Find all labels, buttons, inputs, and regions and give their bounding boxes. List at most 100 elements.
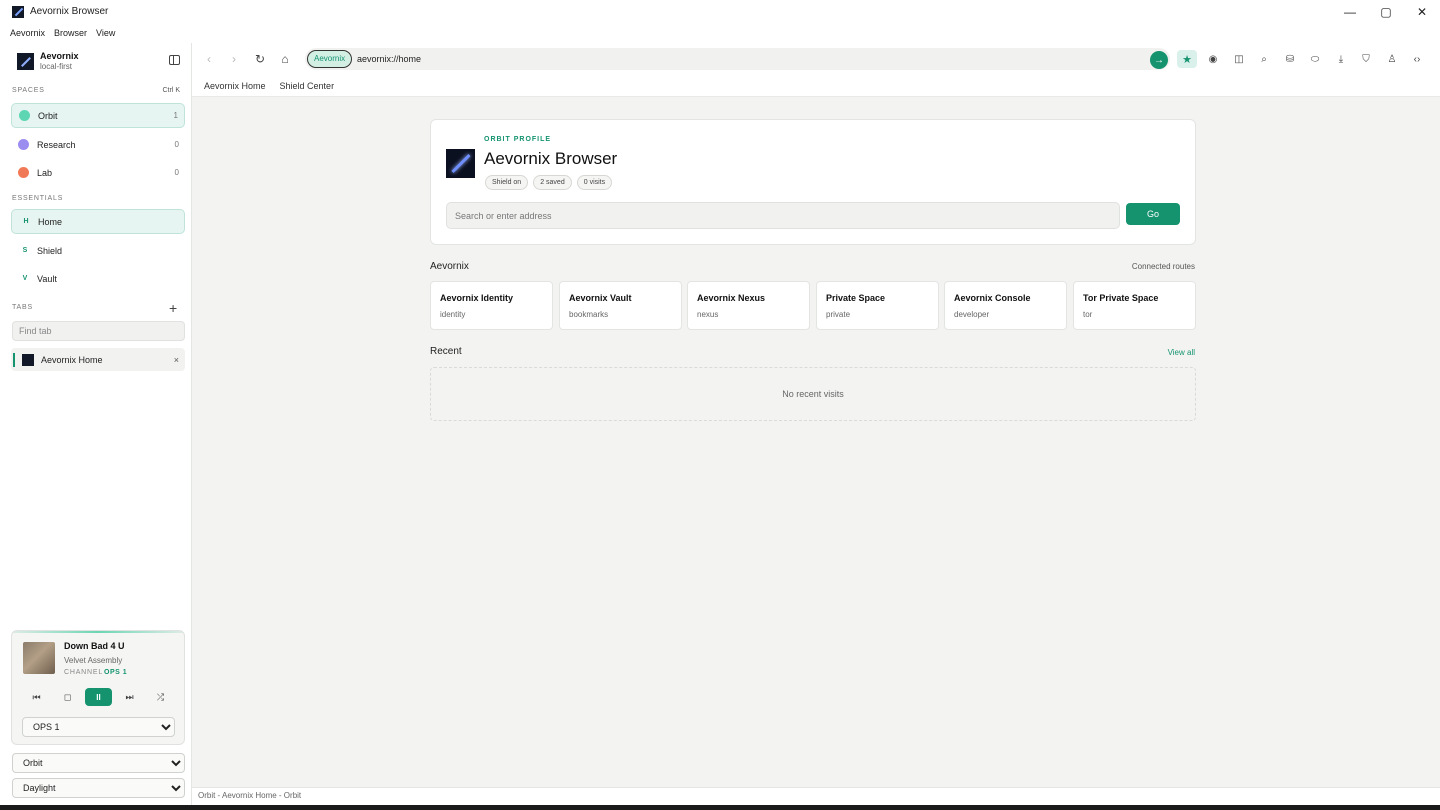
space-item-research[interactable]: Research 0 [11, 132, 185, 157]
go-button[interactable]: Go [1126, 203, 1180, 225]
tab-label: Aevornix Home [41, 354, 103, 365]
address-bar: Aevornix [305, 48, 1170, 70]
status-bar: Orbit - Aevornix Home - Orbit [192, 787, 1440, 805]
essential-item-vault[interactable]: V Vault [11, 266, 185, 291]
navigation-toolbar: ‹ › ↻ ⌂ Aevornix → ★ ◉ ◫ ⌕ ⛁ ⬭ ⤓ ⛉ ♙ ‹› [192, 43, 1440, 75]
code-icon[interactable]: ‹› [1407, 50, 1427, 68]
window-title: Aevornix Browser [30, 6, 109, 17]
space-item-orbit[interactable]: Orbit 1 [11, 103, 185, 128]
route-subtitle: tor [1083, 310, 1093, 319]
site-identity-badge[interactable]: Aevornix [307, 50, 353, 68]
add-tab-button[interactable]: + [169, 301, 177, 315]
tab-close-icon[interactable]: × [174, 355, 179, 365]
track-title: Down Bad 4 U [64, 641, 125, 651]
spaces-shortcut-hint: Ctrl K [162, 87, 181, 94]
profile-eyebrow: ORBIT PROFILE [484, 136, 552, 143]
attachment-icon[interactable]: ⬭ [1305, 50, 1325, 68]
route-subtitle: nexus [697, 310, 719, 319]
essential-letter-icon: V [22, 275, 28, 282]
stop-icon[interactable]: ◻ [54, 688, 81, 706]
split-view-icon[interactable]: ◫ [1229, 50, 1249, 68]
route-title: Private Space [826, 293, 886, 303]
route-title: Aevornix Console [954, 293, 1031, 303]
media-player: Down Bad 4 U Velvet Assembly CHANNEL OPS… [11, 630, 185, 745]
channel-value: OPS 1 [104, 669, 128, 676]
find-tab-input[interactable] [12, 321, 185, 341]
space-label: Lab [37, 167, 53, 178]
previous-track-icon[interactable]: ⏮ [23, 688, 50, 706]
home-icon[interactable]: ⌂ [276, 50, 294, 68]
pause-button[interactable]: II [85, 688, 112, 706]
reload-icon[interactable]: ↻ [251, 50, 269, 68]
route-subtitle: developer [954, 310, 990, 319]
route-title: Aevornix Nexus [697, 293, 766, 303]
bookmarks-bar: Aevornix Home Shield Center [192, 75, 1440, 97]
bookmark-aevornix-home[interactable]: Aevornix Home [204, 81, 266, 91]
space-color-dot [18, 139, 29, 150]
route-subtitle: identity [440, 310, 466, 319]
user-icon[interactable]: ♙ [1382, 50, 1402, 68]
menu-aevornix[interactable]: Aevornix [10, 28, 45, 38]
spaces-label: SPACES [12, 87, 45, 94]
essential-label: Vault [37, 273, 57, 284]
track-artist: Velvet Assembly [64, 656, 123, 665]
essential-item-shield[interactable]: S Shield [11, 238, 185, 263]
minimize-button[interactable]: — [1332, 0, 1368, 23]
eye-icon[interactable]: ◉ [1203, 50, 1223, 68]
next-track-icon[interactable]: ⏭ [116, 688, 143, 706]
status-badge-visits: 0 visits [576, 175, 613, 190]
route-card-private-space[interactable]: Private Space private [816, 281, 939, 330]
channel-select[interactable]: OPS 1 [22, 717, 175, 737]
status-chips: Shield on 2 saved 0 visits [485, 175, 613, 190]
maximize-button[interactable]: ▢ [1368, 0, 1404, 23]
route-card-vault[interactable]: Aevornix Vault bookmarks [559, 281, 682, 330]
status-badge-saved: 2 saved [533, 175, 572, 190]
shuffle-icon[interactable]: ⤮ [147, 688, 174, 706]
search-input[interactable] [446, 202, 1120, 229]
tab-favicon-icon [22, 353, 34, 366]
essential-item-home[interactable]: H Home [11, 209, 185, 234]
route-card-identity[interactable]: Aevornix Identity identity [430, 281, 553, 330]
route-subtitle: bookmarks [569, 310, 609, 319]
space-select[interactable]: Orbit [12, 753, 185, 773]
route-card-console[interactable]: Aevornix Console developer [944, 281, 1067, 330]
app-logo-icon [12, 5, 24, 18]
url-input[interactable] [357, 50, 1137, 68]
menu-browser[interactable]: Browser [54, 28, 87, 38]
album-cover [23, 642, 55, 674]
channel-label: CHANNEL [64, 669, 104, 676]
view-all-link[interactable]: View all [1168, 348, 1195, 357]
essential-label: Shield [37, 245, 63, 256]
menu-view[interactable]: View [96, 28, 115, 38]
back-arrow-icon[interactable]: ‹ [200, 50, 218, 68]
title-bar: Aevornix Browser — ▢ ✕ [0, 0, 1440, 23]
route-title: Aevornix Vault [569, 293, 632, 303]
space-count: 0 [174, 168, 179, 177]
close-button[interactable]: ✕ [1404, 0, 1440, 23]
bookmark-star-icon[interactable]: ★ [1177, 50, 1197, 68]
theme-select[interactable]: Daylight [12, 778, 185, 798]
space-item-lab[interactable]: Lab 0 [11, 160, 185, 185]
profile-header[interactable]: Aevornix local-first [17, 51, 79, 71]
download-icon[interactable]: ⤓ [1331, 50, 1351, 68]
tab-item-aevornix-home[interactable]: Aevornix Home × [11, 348, 185, 371]
incognito-icon[interactable]: ⛁ [1280, 50, 1300, 68]
profile-logo-icon [17, 52, 34, 70]
route-card-nexus[interactable]: Aevornix Nexus nexus [687, 281, 810, 330]
route-card-tor-private-space[interactable]: Tor Private Space tor [1073, 281, 1196, 330]
forward-arrow-icon[interactable]: › [225, 50, 243, 68]
routes-section-title: Aevornix [430, 261, 469, 272]
tabs-label: TABS [12, 304, 33, 311]
route-title: Aevornix Identity [440, 293, 514, 303]
bookmark-shield-center[interactable]: Shield Center [280, 81, 335, 91]
navigate-arrow-icon[interactable]: → [1150, 51, 1168, 69]
menu-bar: Aevornix Browser View [0, 23, 1440, 43]
recent-section-title: Recent [430, 346, 462, 357]
route-title: Tor Private Space [1083, 293, 1159, 303]
profile-name: Aevornix [40, 51, 79, 61]
space-color-dot [18, 167, 29, 178]
profile-card: ORBIT PROFILE Aevornix Browser Shield on… [430, 119, 1196, 245]
sidebar-toggle-icon[interactable] [169, 55, 180, 65]
search-icon[interactable]: ⌕ [1254, 50, 1274, 68]
shield-icon[interactable]: ⛉ [1356, 50, 1376, 68]
